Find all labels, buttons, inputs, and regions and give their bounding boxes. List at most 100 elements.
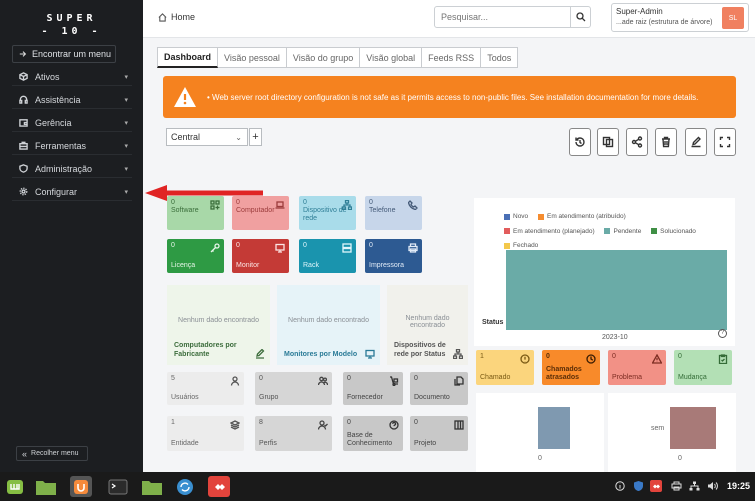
anydesk-tray-icon[interactable] bbox=[650, 480, 662, 492]
add-dashboard-button[interactable]: + bbox=[249, 128, 262, 146]
info-glyph bbox=[615, 481, 625, 491]
card-perfis[interactable]: 8 Perfis bbox=[255, 416, 332, 451]
tab-all[interactable]: Todos bbox=[481, 47, 519, 68]
card-monitor[interactable]: 0 Monitor bbox=[232, 239, 289, 273]
card-label: Projeto bbox=[414, 440, 437, 447]
no-data-text: Nenhum dado encontrado bbox=[178, 317, 259, 324]
legend-item[interactable]: Pendente bbox=[604, 225, 641, 238]
sidebar-item-administracao[interactable]: Administração ▾ bbox=[12, 160, 132, 178]
mini-chart-2[interactable]: sem 0 bbox=[608, 393, 736, 472]
card-chamados-atrasados[interactable]: 0 Chamados atrasados bbox=[542, 350, 600, 385]
panel-computers-by-manufacturer[interactable]: Nenhum dado encontrado Computadores por … bbox=[167, 285, 270, 365]
sidebar-item-ferramentas[interactable]: Ferramentas ▾ bbox=[12, 137, 132, 155]
tab-global-view[interactable]: Visão global bbox=[360, 47, 423, 68]
card-rack[interactable]: 0 Rack bbox=[299, 239, 356, 273]
anydesk-icon[interactable] bbox=[208, 476, 230, 497]
card-label: Grupo bbox=[259, 394, 279, 401]
laptop-icon bbox=[275, 201, 285, 209]
find-menu-button[interactable]: Encontrar um menu bbox=[12, 45, 116, 63]
clock[interactable]: 19:25 bbox=[727, 481, 750, 491]
card-chamado[interactable]: 1 Chamado bbox=[476, 350, 534, 385]
search-input[interactable] bbox=[435, 12, 570, 22]
avatar: SL bbox=[722, 7, 744, 29]
terminal-icon[interactable] bbox=[107, 476, 129, 497]
legend-item[interactable]: Solucionado bbox=[651, 225, 696, 238]
card-fornecedor[interactable]: 0 Fornecedor bbox=[343, 372, 403, 405]
clone-button[interactable] bbox=[597, 128, 619, 156]
panel-title: Dispositivos de rede por Status bbox=[394, 342, 446, 358]
delete-button[interactable] bbox=[655, 128, 677, 156]
breadcrumb[interactable]: Home bbox=[158, 12, 195, 22]
wallet-icon bbox=[19, 119, 28, 127]
card-software[interactable]: 0 Software bbox=[167, 196, 224, 230]
legend-item[interactable]: Em atendimento (planejado) bbox=[504, 225, 595, 238]
volume-icon[interactable] bbox=[706, 480, 718, 492]
stack-icon bbox=[230, 420, 240, 430]
users-icon bbox=[318, 376, 328, 386]
user-menu[interactable]: Super-Admin ...ade raiz (estrutura de ár… bbox=[611, 3, 749, 32]
mini-chart-1[interactable]: 0 bbox=[476, 393, 604, 472]
folder-glyph bbox=[36, 480, 56, 495]
sidebar-item-gerencia[interactable]: Gerência ▾ bbox=[12, 114, 132, 132]
panel-monitors-by-model[interactable]: Nenhum dado encontrado Monitores por Mod… bbox=[277, 285, 380, 365]
card-telefone[interactable]: 0 Telefone bbox=[365, 196, 422, 230]
tab-rss-feeds[interactable]: Feeds RSS bbox=[422, 47, 482, 68]
update-manager-icon[interactable] bbox=[174, 476, 196, 497]
legend-label: Em atendimento (atribuído) bbox=[547, 213, 626, 220]
card-licenca[interactable]: 0 Licença bbox=[167, 239, 224, 273]
card-documento[interactable]: 0 Documento bbox=[410, 372, 468, 405]
anydesk-glyph bbox=[652, 484, 660, 488]
chart-bar-pendente[interactable] bbox=[506, 250, 727, 330]
tab-dashboard[interactable]: Dashboard bbox=[157, 47, 219, 68]
share-icon bbox=[631, 136, 643, 148]
help-icon[interactable]: ? bbox=[718, 329, 727, 338]
alert-circle-icon bbox=[520, 354, 530, 364]
fullscreen-button[interactable] bbox=[714, 128, 736, 156]
edit-icon bbox=[691, 136, 701, 148]
legend-label: Solucionado bbox=[660, 227, 696, 235]
firefox-icon[interactable] bbox=[70, 476, 92, 497]
legend-item[interactable]: Em atendimento (atribuído) bbox=[538, 210, 626, 223]
card-mudanca[interactable]: 0 Mudança bbox=[674, 350, 732, 385]
card-projeto[interactable]: 0 Projeto bbox=[410, 416, 468, 451]
share-button[interactable] bbox=[626, 128, 648, 156]
warning-icon bbox=[174, 87, 196, 107]
card-entidade[interactable]: 1 Entidade bbox=[167, 416, 244, 451]
sidebar-item-configurar[interactable]: Configurar ▾ bbox=[12, 183, 132, 201]
mint-menu-icon[interactable] bbox=[4, 476, 26, 497]
search-button[interactable] bbox=[570, 7, 590, 27]
legend-item[interactable]: Novo bbox=[504, 210, 528, 223]
card-usuarios[interactable]: 5 Usuários bbox=[167, 372, 244, 405]
card-label: Dispositivo de rede bbox=[303, 207, 347, 222]
legend-label: Pendente bbox=[613, 227, 642, 235]
history-button[interactable] bbox=[569, 128, 591, 156]
card-label: Perfis bbox=[259, 440, 277, 447]
network-status-icon[interactable] bbox=[688, 480, 700, 492]
files-icon[interactable] bbox=[141, 476, 163, 497]
edit-button[interactable] bbox=[685, 128, 707, 156]
folder-icon[interactable] bbox=[35, 476, 57, 497]
panel-network-devices-by-status[interactable]: Nenhum dado encontrado Dispositivos de r… bbox=[387, 285, 468, 365]
sidebar-item-ativos[interactable]: Ativos ▾ bbox=[12, 68, 132, 86]
network-tray-icon[interactable] bbox=[614, 480, 626, 492]
printer-tray-icon[interactable] bbox=[670, 480, 682, 492]
apps-icon bbox=[210, 200, 220, 210]
tickets-status-chart[interactable]: Novo Em atendimento (atribuído) Em atend… bbox=[474, 198, 735, 346]
card-dispositivo-rede[interactable]: 0 Dispositivo de rede bbox=[299, 196, 356, 230]
legend-label: Novo bbox=[513, 213, 529, 220]
card-problema[interactable]: 0 Problema bbox=[608, 350, 666, 385]
briefcase-icon bbox=[19, 141, 28, 150]
tab-personal-view[interactable]: Visão pessoal bbox=[218, 47, 287, 68]
shield-tray-icon[interactable] bbox=[632, 480, 644, 492]
collapse-menu-button[interactable]: « Recolher menu bbox=[16, 446, 88, 461]
card-base-conhecimento[interactable]: 0 Base de Conhecimento bbox=[343, 416, 403, 451]
card-impressora[interactable]: 0 Impressora bbox=[365, 239, 422, 273]
chart-y-label: Status bbox=[482, 319, 504, 326]
dashboard-select[interactable]: Central ⌄ bbox=[166, 128, 248, 146]
card-grupo[interactable]: 0 Grupo bbox=[255, 372, 332, 405]
tab-group-view[interactable]: Visão do grupo bbox=[286, 47, 361, 68]
sidebar-item-assistencia[interactable]: Assistência ▾ bbox=[12, 91, 132, 109]
sidebar-item-label: Administração bbox=[35, 163, 93, 174]
browser-glyph bbox=[74, 479, 88, 494]
card-computador[interactable]: 0 Computador bbox=[232, 196, 289, 230]
